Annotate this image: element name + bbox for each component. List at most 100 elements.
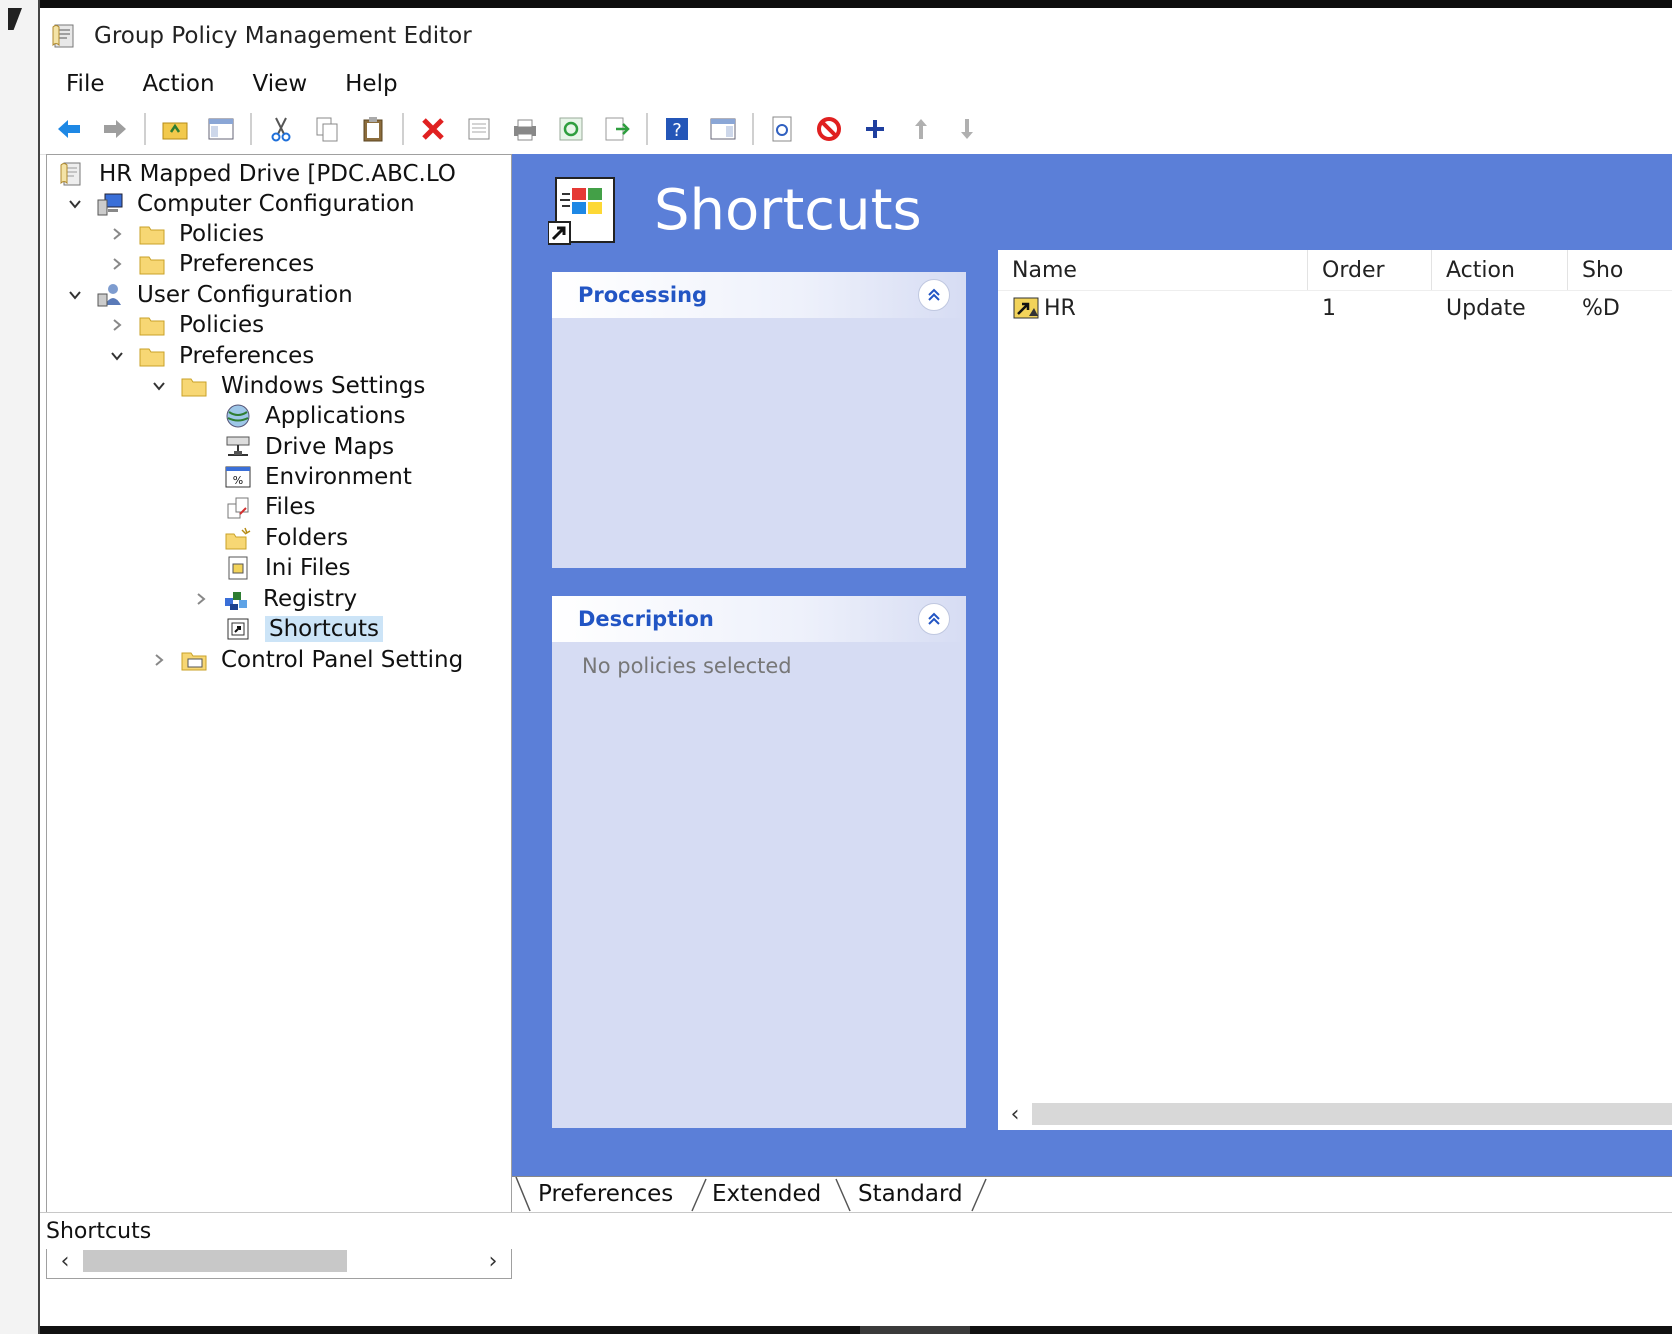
description-text: No policies selected <box>582 654 792 678</box>
tree-node-shortcuts[interactable]: Shortcuts <box>223 614 383 644</box>
status-bar: Shortcuts <box>40 1212 1672 1249</box>
column-header-shortcut-path[interactable]: Sho <box>1568 250 1672 290</box>
tree-node-files[interactable]: Files <box>223 492 315 522</box>
tree-node-environment[interactable]: % Environment <box>223 462 412 492</box>
tree-node-computer-configuration[interactable]: Computer Configuration <box>65 189 415 219</box>
help-icon[interactable]: ? <box>660 112 694 146</box>
shortcuts-icon <box>223 616 253 642</box>
table-row[interactable]: HR 1 Update %D <box>998 290 1672 326</box>
move-down-icon[interactable] <box>950 112 984 146</box>
column-header-order[interactable]: Order <box>1308 250 1432 290</box>
copy-icon[interactable] <box>310 112 344 146</box>
view-tabs: Preferences Extended Standard <box>512 1176 1672 1213</box>
tree-label: Preferences <box>179 343 315 369</box>
chevron-right-icon[interactable] <box>107 224 127 244</box>
disable-icon[interactable] <box>812 112 846 146</box>
computer-config-icon <box>95 191 125 217</box>
scroll-left-icon[interactable]: ‹ <box>47 1249 83 1274</box>
menu-view[interactable]: View <box>253 71 308 97</box>
scrollbar-thumb[interactable] <box>83 1250 347 1272</box>
chevron-right-icon[interactable] <box>107 315 127 335</box>
properties-icon[interactable] <box>462 112 496 146</box>
column-header-action[interactable]: Action <box>1432 250 1568 290</box>
tree-node-control-panel-settings[interactable]: Control Panel Setting <box>149 645 463 675</box>
folder-icon <box>179 373 209 399</box>
toolbar-separator <box>144 113 146 145</box>
chevron-down-icon[interactable] <box>65 194 85 214</box>
tab-extended[interactable]: Extended <box>712 1177 821 1211</box>
tree-node-computer-policies[interactable]: Policies <box>107 219 264 249</box>
tree-label: Files <box>265 494 316 520</box>
tree-node-folders[interactable]: Folders <box>223 523 348 553</box>
chevron-right-icon[interactable] <box>191 589 211 609</box>
tree-label: Preferences <box>179 251 315 277</box>
tab-preferences[interactable]: Preferences <box>538 1177 673 1211</box>
up-folder-icon[interactable] <box>158 112 192 146</box>
processing-panel-title: Processing <box>578 283 708 307</box>
description-panel-header: Description <box>552 596 966 642</box>
chevron-right-icon[interactable] <box>149 650 169 670</box>
tree-label: User Configuration <box>137 282 353 308</box>
registry-icon <box>221 586 251 612</box>
tree-node-ini-files[interactable]: Ini Files <box>223 553 351 583</box>
tree-node-user-policies[interactable]: Policies <box>107 310 264 340</box>
toolbar-separator <box>402 113 404 145</box>
drive-maps-icon <box>223 434 253 460</box>
scrollbar-thumb[interactable] <box>1032 1103 1672 1125</box>
tree-label: Drive Maps <box>265 434 395 460</box>
tab-standard[interactable]: Standard <box>858 1177 963 1211</box>
scroll-left-icon[interactable]: ‹ <box>998 1102 1032 1127</box>
tree-node-applications[interactable]: Applications <box>223 401 406 431</box>
show-hide-action-pane-icon[interactable] <box>706 112 740 146</box>
menu-action[interactable]: Action <box>143 71 215 97</box>
tree-label: HR Mapped Drive [PDC.ABC.LO <box>99 161 456 187</box>
scroll-right-icon[interactable]: › <box>475 1249 511 1274</box>
cell-name: HR <box>998 296 1308 321</box>
chevron-right-icon[interactable] <box>107 254 127 274</box>
chevron-down-icon[interactable] <box>65 285 85 305</box>
cell-order: 1 <box>1322 295 1336 321</box>
tree-node-drive-maps[interactable]: Drive Maps <box>223 432 394 462</box>
title-bar: Group Policy Management Editor <box>40 8 1672 64</box>
policy-doc-icon <box>57 161 87 187</box>
tree-node-registry[interactable]: Registry <box>191 584 357 614</box>
collapse-icon[interactable] <box>918 603 950 635</box>
print-icon[interactable] <box>508 112 542 146</box>
tree-node-user-configuration[interactable]: User Configuration <box>65 280 353 310</box>
cell-action: Update <box>1446 295 1526 321</box>
tab-separator <box>835 1178 851 1212</box>
toolbar-separator <box>646 113 648 145</box>
folders-icon <box>223 525 253 551</box>
export-list-icon[interactable] <box>600 112 634 146</box>
add-icon[interactable] <box>858 112 892 146</box>
cut-icon[interactable] <box>264 112 298 146</box>
collapse-icon[interactable] <box>918 279 950 311</box>
tree-label: Shortcuts <box>265 616 383 642</box>
tree-node-gpo-root[interactable]: HR Mapped Drive [PDC.ABC.LO <box>57 159 456 189</box>
back-arrow-icon[interactable] <box>52 112 86 146</box>
chevron-down-icon[interactable] <box>107 346 127 366</box>
delete-icon[interactable] <box>416 112 450 146</box>
description-panel-title: Description <box>578 607 714 631</box>
tree-node-windows-settings[interactable]: Windows Settings <box>149 371 425 401</box>
forward-arrow-icon[interactable] <box>98 112 132 146</box>
paste-icon[interactable] <box>356 112 390 146</box>
tree-node-user-preferences[interactable]: Preferences <box>107 341 314 371</box>
show-hide-tree-icon[interactable] <box>204 112 238 146</box>
shortcuts-header-icon <box>548 177 615 245</box>
list-horizontal-scrollbar[interactable]: ‹ <box>998 1098 1672 1130</box>
column-header-name[interactable]: Name <box>998 250 1308 290</box>
move-up-icon[interactable] <box>904 112 938 146</box>
cell-shortcut-path: %D <box>1582 295 1620 321</box>
preview-icon[interactable] <box>766 112 800 146</box>
refresh-icon[interactable] <box>554 112 588 146</box>
tree-node-computer-preferences[interactable]: Preferences <box>107 249 314 279</box>
chevron-down-icon[interactable] <box>149 376 169 396</box>
tree-label: Computer Configuration <box>137 191 415 217</box>
toolbar: ? <box>40 104 1672 155</box>
tree-label: Environment <box>265 464 412 490</box>
menu-help[interactable]: Help <box>345 71 397 97</box>
menu-file[interactable]: File <box>66 71 105 97</box>
toolbar-separator <box>250 113 252 145</box>
tree-horizontal-scrollbar[interactable]: ‹ › <box>46 1244 512 1279</box>
